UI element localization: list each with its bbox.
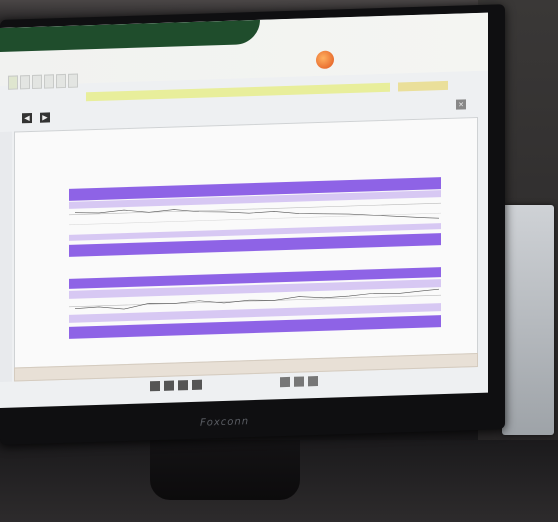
monitor: ◀ ▶ × Foxconn bbox=[0, 4, 505, 446]
last-page-icon[interactable] bbox=[192, 379, 202, 390]
photo-scene: ◀ ▶ × Foxconn bbox=[0, 0, 558, 522]
logo-ball-icon bbox=[316, 50, 334, 70]
control-chart bbox=[69, 177, 441, 339]
prev-page-icon[interactable] bbox=[164, 380, 174, 391]
tab-5[interactable] bbox=[56, 73, 66, 89]
tab-4[interactable] bbox=[44, 74, 54, 89]
prev-button[interactable]: ◀ bbox=[22, 112, 32, 124]
tab-6[interactable] bbox=[68, 73, 78, 88]
bottom-toolbar-2 bbox=[280, 376, 318, 388]
app-logo bbox=[270, 49, 370, 74]
monitor-brand-label: Foxconn bbox=[200, 416, 250, 429]
tab-strip bbox=[8, 73, 78, 90]
tab-1[interactable] bbox=[8, 75, 18, 90]
tool-icon-b[interactable] bbox=[294, 376, 304, 387]
bottom-toolbar bbox=[150, 379, 202, 392]
side-device bbox=[502, 205, 554, 435]
filter-field-2[interactable] bbox=[398, 80, 448, 92]
os-taskbar bbox=[0, 400, 488, 409]
filter-field[interactable] bbox=[86, 82, 390, 102]
next-page-icon[interactable] bbox=[178, 380, 188, 391]
upper-gridline bbox=[69, 212, 441, 226]
chart-panel bbox=[14, 116, 478, 370]
tab-2[interactable] bbox=[20, 75, 30, 90]
next-button[interactable]: ▶ bbox=[40, 112, 50, 123]
monitor-stand bbox=[150, 440, 300, 500]
first-page-icon[interactable] bbox=[150, 380, 160, 392]
tab-3[interactable] bbox=[32, 74, 42, 89]
header-green-bar bbox=[0, 19, 260, 52]
tool-icon-a[interactable] bbox=[280, 376, 290, 388]
monitor-screen: ◀ ▶ × bbox=[0, 12, 488, 409]
left-side-panel bbox=[0, 131, 12, 382]
close-icon[interactable]: × bbox=[456, 99, 466, 110]
tool-icon-c[interactable] bbox=[308, 376, 318, 387]
